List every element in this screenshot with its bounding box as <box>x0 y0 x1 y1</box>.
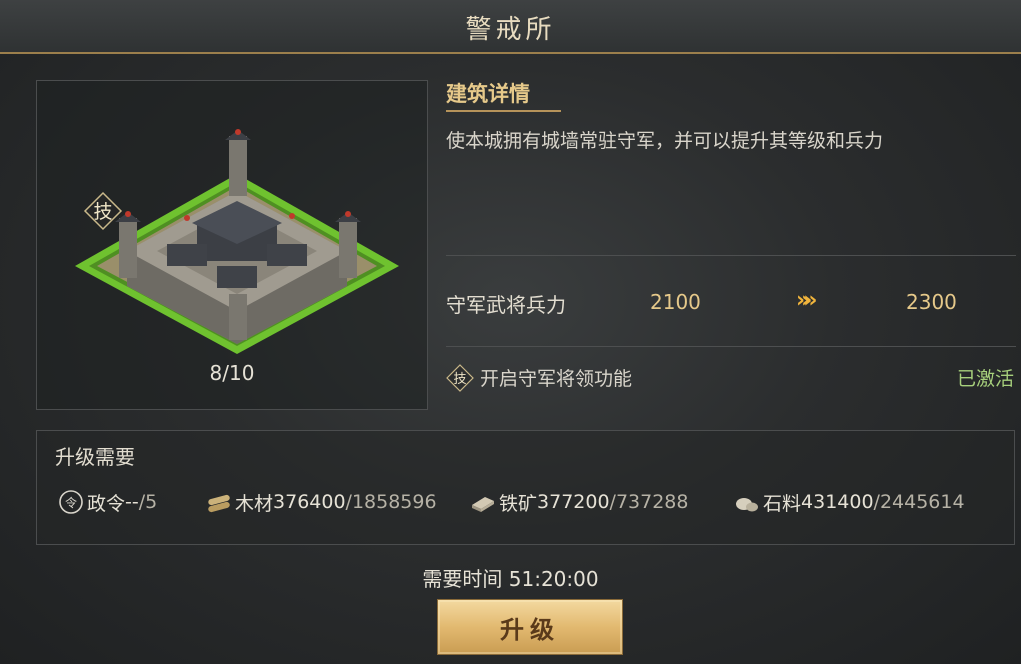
requirement-iron: 铁矿 377200 /737288 <box>469 487 688 517</box>
window-title: 警戒所 <box>465 15 556 45</box>
upgrade-time: 需要时间 51:20:00 <box>0 563 1021 592</box>
skill-badge-icon: 技 <box>83 191 123 231</box>
svg-text:技: 技 <box>453 372 466 387</box>
feature-label: 开启守军将领功能 <box>480 368 633 390</box>
skill-icon: 技 <box>446 364 474 396</box>
requirement-stone: 石料 431400 /2445614 <box>733 487 965 517</box>
requirement-have: 431400 <box>801 491 874 513</box>
upgrade-button[interactable]: 升级 <box>437 599 623 655</box>
requirement-name: 石料 <box>763 492 802 515</box>
time-value: 51:20:00 <box>508 567 599 591</box>
divider <box>446 255 1016 256</box>
requirement-have: 376400 <box>273 491 346 513</box>
feature-status: 已激活 <box>956 368 1014 390</box>
svg-text:令: 令 <box>65 495 77 510</box>
time-label: 需要时间 <box>422 567 503 591</box>
requirement-name: 木材 <box>235 492 274 515</box>
requirement-name: 铁矿 <box>499 492 538 515</box>
stat-current-value: 2100 <box>650 290 701 314</box>
requirement-have: 377200 <box>537 491 610 513</box>
requirement-have: -- <box>125 491 139 513</box>
building-description: 使本城拥有城墙常驻守军，并可以提升其等级和兵力 <box>446 130 884 152</box>
title-bar: 警戒所 <box>0 0 1021 54</box>
feature-row: 技 开启守军将领功能 已激活 <box>446 362 1016 392</box>
upgrade-button-label: 升级 <box>500 614 560 644</box>
requirement-need: /1858596 <box>345 491 437 513</box>
stat-next-value: 2300 <box>906 290 957 314</box>
requirement-need: /5 <box>138 491 158 513</box>
iron-icon <box>469 489 497 515</box>
wood-icon <box>205 489 233 515</box>
requirement-decree: 令 政令 -- /5 <box>57 487 157 517</box>
building-level: 8/10 <box>209 361 255 385</box>
requirement-name: 政令 <box>87 492 126 515</box>
section-title: 建筑详情 <box>446 82 530 106</box>
fortress-image <box>75 129 399 354</box>
section-underline <box>446 110 561 112</box>
upgrade-arrow-icon: »» <box>796 288 818 313</box>
divider <box>446 346 1016 347</box>
building-preview: 技 8/10 <box>36 80 428 410</box>
svg-text:技: 技 <box>93 201 112 223</box>
requirement-wood: 木材 376400 /1858596 <box>205 487 437 517</box>
stone-icon <box>733 489 761 515</box>
requirement-need: /737288 <box>609 491 689 513</box>
decree-icon: 令 <box>57 489 85 515</box>
stat-label: 守军武将兵力 <box>446 293 566 317</box>
upgrade-requirements: 升级需要 令 政令 -- /5 木材 376400 /1858596 铁矿 37… <box>36 430 1015 545</box>
requirements-title: 升级需要 <box>55 445 135 469</box>
requirement-need: /2445614 <box>873 491 965 513</box>
